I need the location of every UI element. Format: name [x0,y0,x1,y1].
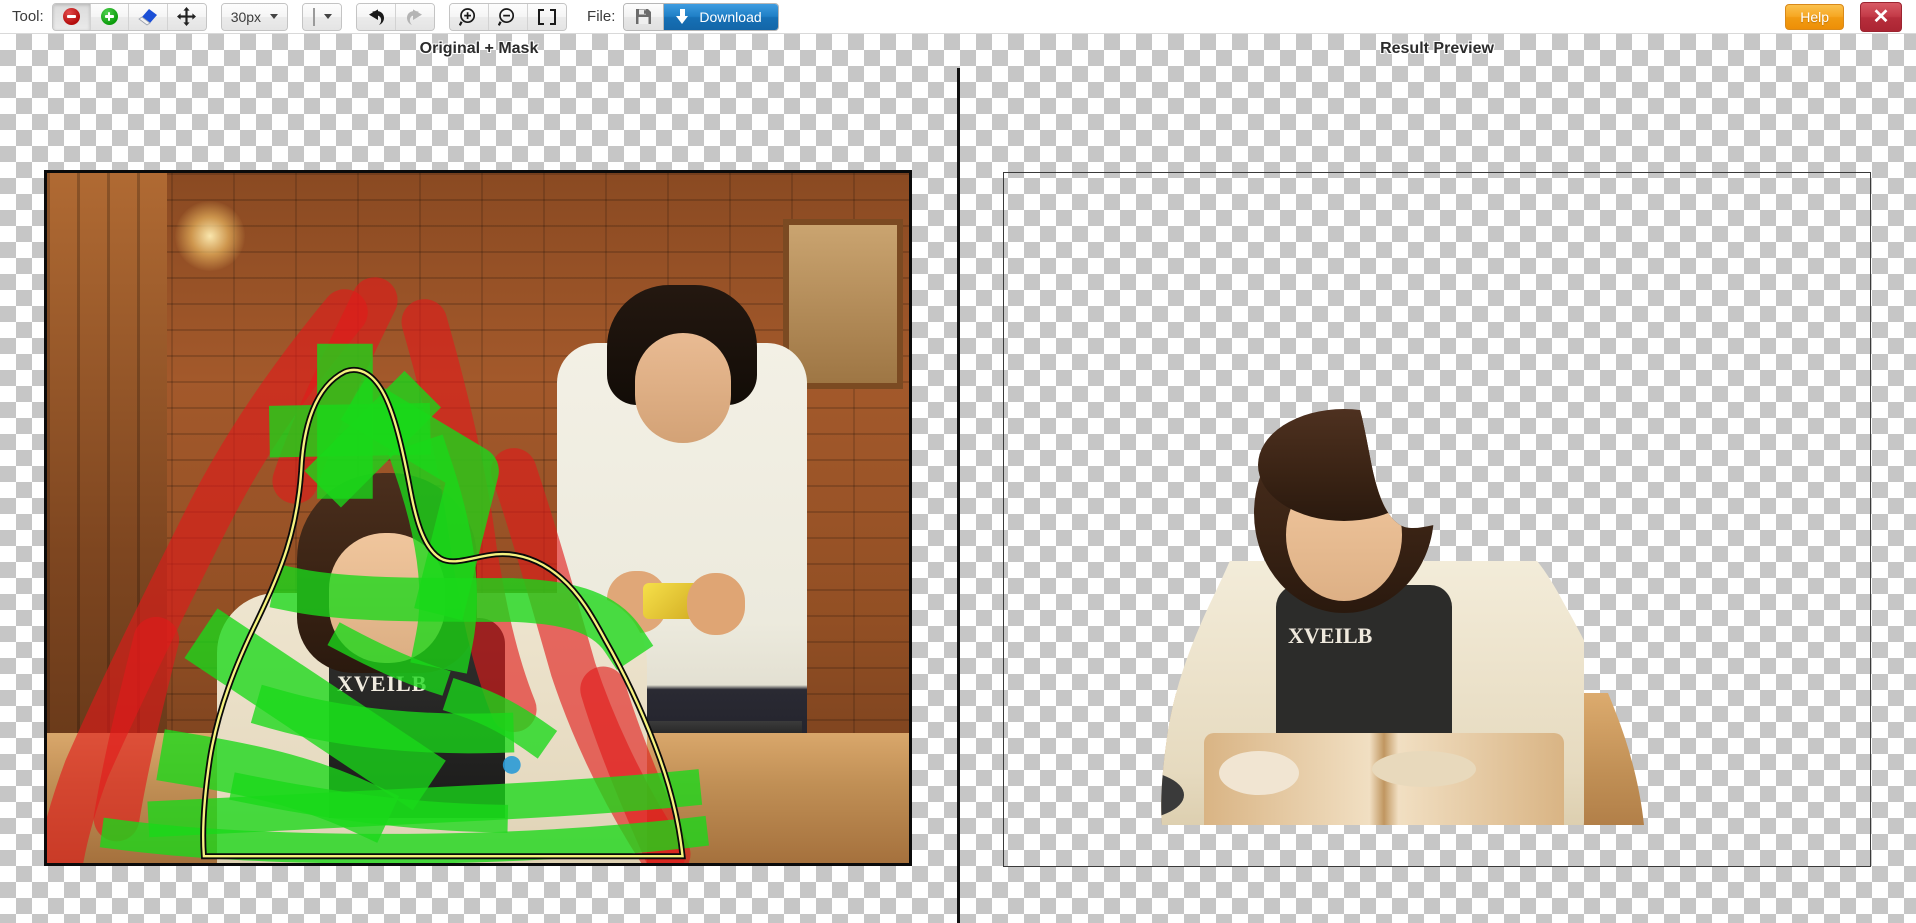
result-preview-cutout: XVEILB [1004,173,1870,866]
brush-size-dropdown[interactable]: 30px [221,3,288,30]
magnifier-plus-icon [458,7,479,27]
zoom-fit-button[interactable] [528,3,567,30]
chevron-down-icon [323,14,332,19]
file-group: Download [623,2,779,31]
tool-button-group [51,2,207,31]
undo-button[interactable] [357,3,397,30]
zoom-out-button[interactable] [489,3,529,30]
download-button[interactable]: Download [664,3,778,30]
main-toolbar: Tool: 30px File: Download Help ✕ [0,0,1916,34]
background-pattern-group [302,2,343,31]
zoom-group [449,2,568,31]
tool-label: Tool: [12,8,44,25]
source-photo: XVEILB [47,173,909,863]
circle-plus-icon [100,8,118,25]
move-tool-button[interactable] [167,3,206,30]
foreground-brush-button[interactable] [90,3,129,30]
undo-arrow-icon [366,8,386,26]
help-label: Help [1800,8,1829,25]
shirt-text: XVEILB [337,671,428,696]
left-panel-title: Original + Mask [419,40,539,57]
brush-size-group: 30px [220,2,289,31]
svg-text:XVEILB: XVEILB [1288,623,1373,648]
redo-button[interactable] [396,3,435,30]
help-button[interactable]: Help [1785,3,1844,30]
save-button[interactable] [624,3,665,30]
circle-minus-icon [62,8,80,25]
download-label: Download [699,8,762,25]
workspace: Original + Mask Result Preview XVEILB XV… [0,34,1916,923]
close-icon: ✕ [1872,5,1890,28]
zoom-in-button[interactable] [450,3,490,30]
floppy-disk-icon [635,8,652,25]
magnifier-minus-icon [497,7,518,27]
chevron-down-icon [270,14,279,19]
panel-divider [957,68,960,923]
eraser-icon [137,8,158,26]
original-mask-canvas[interactable]: XVEILB [44,170,912,866]
right-panel-title: Result Preview [1380,40,1494,57]
file-label: File: [587,8,616,25]
result-preview-frame[interactable]: XVEILB [1003,172,1871,867]
redo-arrow-icon [405,8,425,26]
move-arrows-icon [177,7,197,26]
fit-to-screen-icon [537,8,557,26]
brush-size-value: 30px [230,8,262,25]
arrow-down-icon [676,9,689,24]
eraser-button[interactable] [128,3,168,30]
background-pattern-dropdown[interactable] [303,3,342,30]
close-button[interactable]: ✕ [1860,1,1902,32]
cutout-image: XVEILB [1161,409,1644,825]
background-brush-button[interactable] [52,3,91,30]
history-group [356,2,436,31]
